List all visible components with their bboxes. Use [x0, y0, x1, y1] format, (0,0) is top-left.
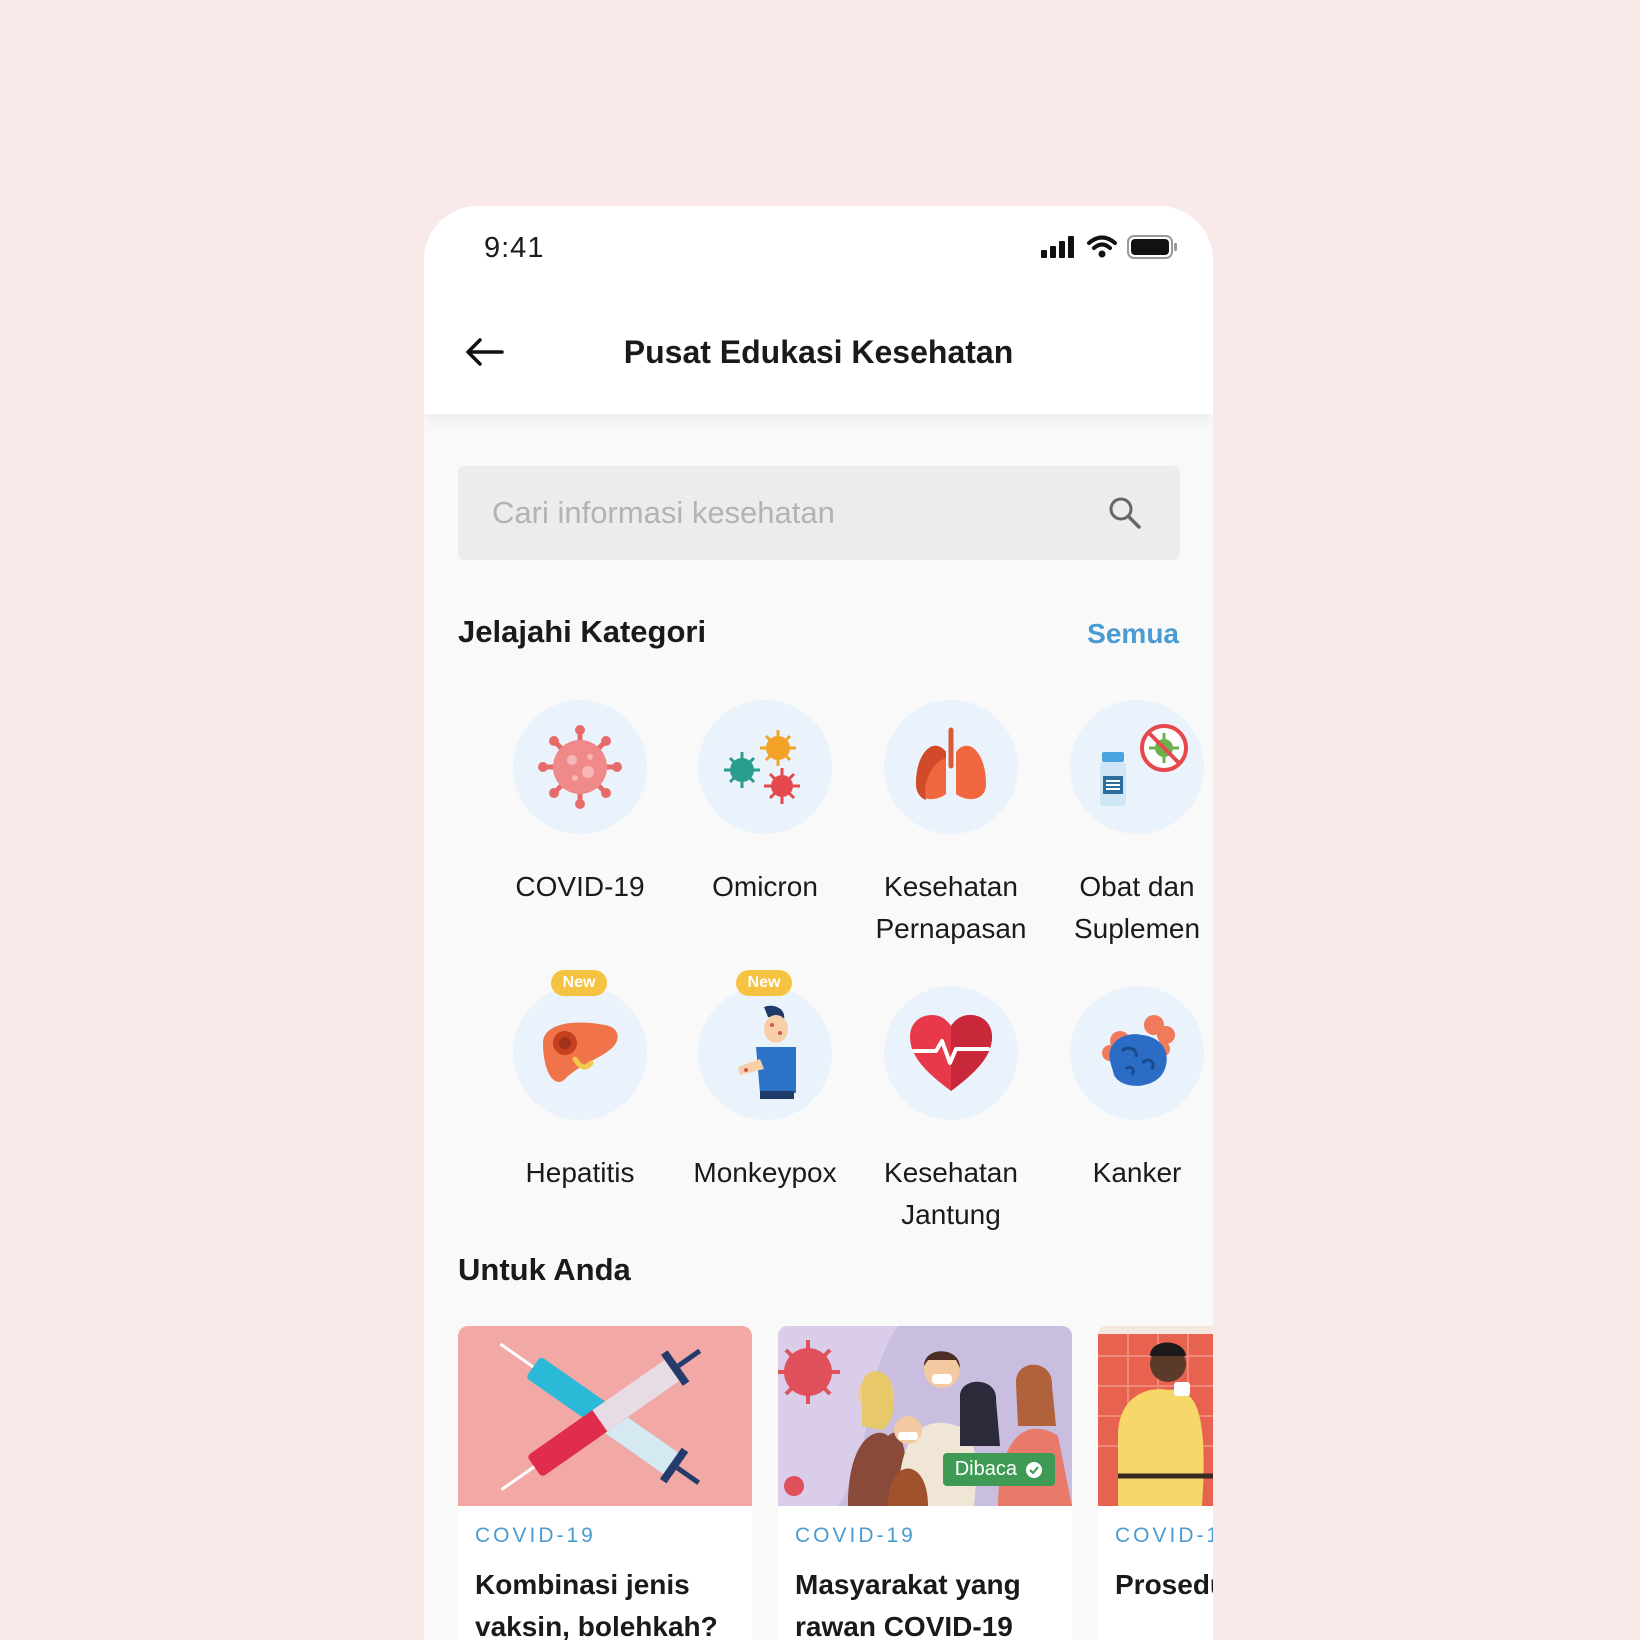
category-heart-health[interactable]: Kesehatan Jantung	[861, 986, 1041, 1236]
top-bar: 9:41 Pusat Edukasi Kesehatan	[424, 206, 1213, 414]
search-bar[interactable]	[458, 466, 1180, 560]
categories-title: Jelajahi Kategori	[458, 614, 707, 649]
see-all-link[interactable]: Semua	[1087, 618, 1179, 650]
heart-icon	[910, 1015, 992, 1091]
check-circle-icon	[1026, 1461, 1042, 1478]
battery-icon	[1127, 235, 1177, 259]
status-icons	[1041, 234, 1179, 260]
article-image-person	[1098, 1326, 1213, 1506]
phone-screen: 9:41 Pusat Edukasi Kesehatan Cari inform…	[424, 206, 1213, 1640]
category-icon-circle	[884, 986, 1018, 1120]
article-tag: COVID-19	[475, 1524, 596, 1547]
category-icon-circle	[1070, 986, 1204, 1120]
search-input[interactable]	[458, 466, 1132, 560]
crossed-syringes-icon	[499, 1342, 702, 1491]
category-monkeypox[interactable]: New Monkeypox	[675, 970, 855, 1194]
category-cancer[interactable]: Kanker	[1047, 986, 1213, 1194]
search-icon[interactable]	[1108, 496, 1142, 530]
category-icon-circle	[884, 700, 1018, 834]
category-label: Hepatitis	[525, 1157, 635, 1188]
category-icon-circle	[698, 700, 832, 834]
category-label: Kanker	[1092, 1157, 1182, 1188]
person-rash-icon	[738, 1005, 796, 1099]
category-label: Kesehatan Pernapasan	[875, 871, 1027, 944]
wifi-icon	[1087, 235, 1117, 258]
article-title: Masyarakat yang rawan COVID-19	[795, 1569, 1021, 1640]
category-label: Kesehatan Jantung	[884, 1157, 1018, 1230]
category-label: Obat dan Suplemen	[1073, 871, 1201, 944]
article-image-crowd: Dibaca	[778, 1326, 1072, 1506]
article-title: Kombinasi jenis vaksin, bolehkah?	[475, 1569, 718, 1640]
category-respiratory-health[interactable]: Kesehatan Pernapasan	[861, 700, 1041, 950]
cancer-cell-icon	[1102, 1015, 1175, 1086]
category-label: COVID-19	[515, 871, 645, 902]
viruses-icon	[724, 730, 800, 804]
article-card[interactable]: COVID-19 Kombinasi jenis vaksin, bolehka…	[458, 1326, 752, 1640]
category-icon-circle	[1070, 700, 1204, 834]
category-label: Omicron	[712, 871, 818, 902]
article-title: Prosedur saat po	[1115, 1569, 1213, 1600]
article-card[interactable]: COVID-19 Prosedur saat po	[1098, 1326, 1213, 1640]
page-title: Pusat Edukasi Kesehatan	[623, 334, 1014, 370]
category-covid19[interactable]: COVID-19	[490, 700, 670, 908]
category-omicron[interactable]: Omicron	[675, 700, 855, 908]
category-icon-circle: New	[513, 970, 647, 1120]
read-label: Dibaca	[954, 1458, 1017, 1480]
article-image-vaccine	[458, 1326, 752, 1506]
article-tag: COVID-19	[795, 1524, 916, 1547]
liver-icon	[543, 1022, 618, 1082]
new-badge: New	[736, 970, 792, 996]
signal-icon	[1041, 236, 1074, 258]
category-icon-circle: New	[698, 970, 832, 1120]
article-tag: COVID-19	[1115, 1524, 1213, 1547]
category-icon-circle	[513, 700, 647, 834]
lungs-icon	[916, 727, 986, 800]
seated-person-illustration	[1098, 1326, 1213, 1506]
status-time: 9:41	[484, 232, 545, 264]
article-card[interactable]: Dibaca COVID-19 Masyarakat yang rawan CO…	[778, 1326, 1072, 1640]
virus-icon	[538, 725, 622, 809]
new-badge: New	[551, 970, 607, 996]
category-medicine-supplement[interactable]: Obat dan Suplemen	[1047, 700, 1213, 950]
read-badge: Dibaca	[942, 1453, 1055, 1486]
medicine-vial-icon	[1100, 724, 1188, 806]
for-you-title: Untuk Anda	[458, 1252, 631, 1287]
category-label: Monkeypox	[693, 1157, 837, 1188]
category-hepatitis[interactable]: New Hepatitis	[490, 970, 670, 1194]
